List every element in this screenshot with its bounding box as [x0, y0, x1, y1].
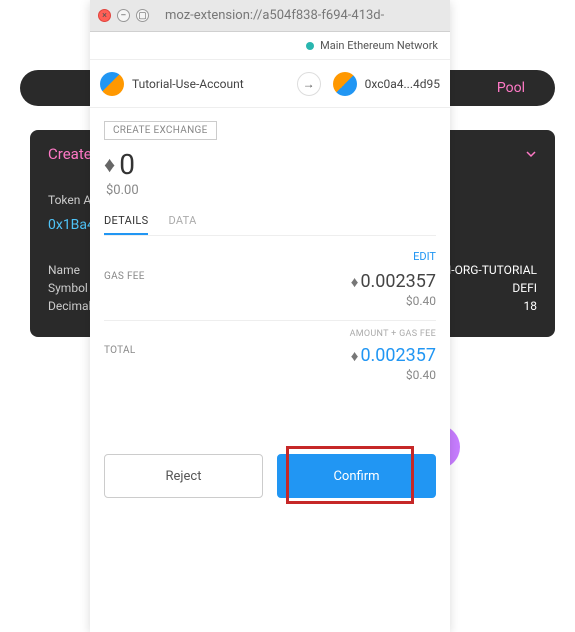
- nav-pool[interactable]: Pool: [497, 80, 525, 96]
- eth-icon: ♦: [104, 152, 115, 178]
- network-status-dot: [306, 42, 314, 50]
- divider: [104, 320, 436, 321]
- gas-fee-label: GAS FEE: [104, 271, 145, 282]
- window-titlebar: × – ▢ moz-extension://a504f838-f694-413d…: [90, 0, 450, 32]
- total-row: TOTAL ♦ 0.002357 $0.40: [104, 345, 436, 382]
- extension-popup: × – ▢ moz-extension://a504f838-f694-413d…: [90, 0, 450, 632]
- address-bar: moz-extension://a504f838-f694-413d-: [165, 8, 384, 23]
- gas-fee-eth: 0.002357: [360, 271, 436, 292]
- tab-data[interactable]: DATA: [168, 214, 196, 235]
- minimize-icon[interactable]: –: [117, 9, 130, 22]
- from-avatar: [100, 72, 124, 96]
- confirm-button[interactable]: Confirm: [277, 454, 436, 498]
- total-eth: 0.002357: [360, 345, 436, 366]
- eth-icon: ♦: [351, 273, 359, 291]
- total-usd: $0.40: [351, 368, 436, 382]
- tx-tabs: DETAILS DATA: [104, 214, 436, 236]
- gas-fee-usd: $0.40: [351, 294, 436, 308]
- button-row: Reject Confirm: [90, 440, 450, 512]
- network-name: Main Ethereum Network: [320, 39, 438, 52]
- blank-area: [90, 512, 450, 632]
- tx-type-badge: CREATE EXCHANGE: [104, 121, 217, 140]
- to-account-address: 0xc0a4...4d95: [365, 77, 440, 91]
- tab-details[interactable]: DETAILS: [104, 214, 148, 235]
- total-label: TOTAL: [104, 345, 136, 356]
- accounts-row: Tutorial-Use-Account → 0xc0a4...4d95: [90, 60, 450, 108]
- amount-usd: $0.00: [106, 183, 436, 198]
- to-avatar: [333, 72, 357, 96]
- tx-content: CREATE EXCHANGE ♦ 0 $0.00 DETAILS DATA E…: [90, 108, 450, 400]
- from-account-name: Tutorial-Use-Account: [132, 77, 244, 91]
- tx-amount: ♦ 0: [104, 148, 436, 181]
- chevron-down-icon: [525, 148, 537, 160]
- edit-gas-link[interactable]: EDIT: [104, 250, 436, 263]
- arrow-right-icon: →: [297, 72, 321, 96]
- reject-button[interactable]: Reject: [104, 454, 263, 498]
- maximize-icon[interactable]: ▢: [136, 9, 149, 22]
- eth-icon: ♦: [351, 347, 359, 365]
- total-fine-label: AMOUNT + GAS FEE: [104, 329, 436, 339]
- close-icon[interactable]: ×: [98, 9, 111, 22]
- amount-eth: 0: [119, 148, 135, 181]
- panel-title: Create: [48, 145, 92, 163]
- gas-fee-row: GAS FEE ♦ 0.002357 $0.40: [104, 271, 436, 308]
- network-bar: Main Ethereum Network: [90, 32, 450, 60]
